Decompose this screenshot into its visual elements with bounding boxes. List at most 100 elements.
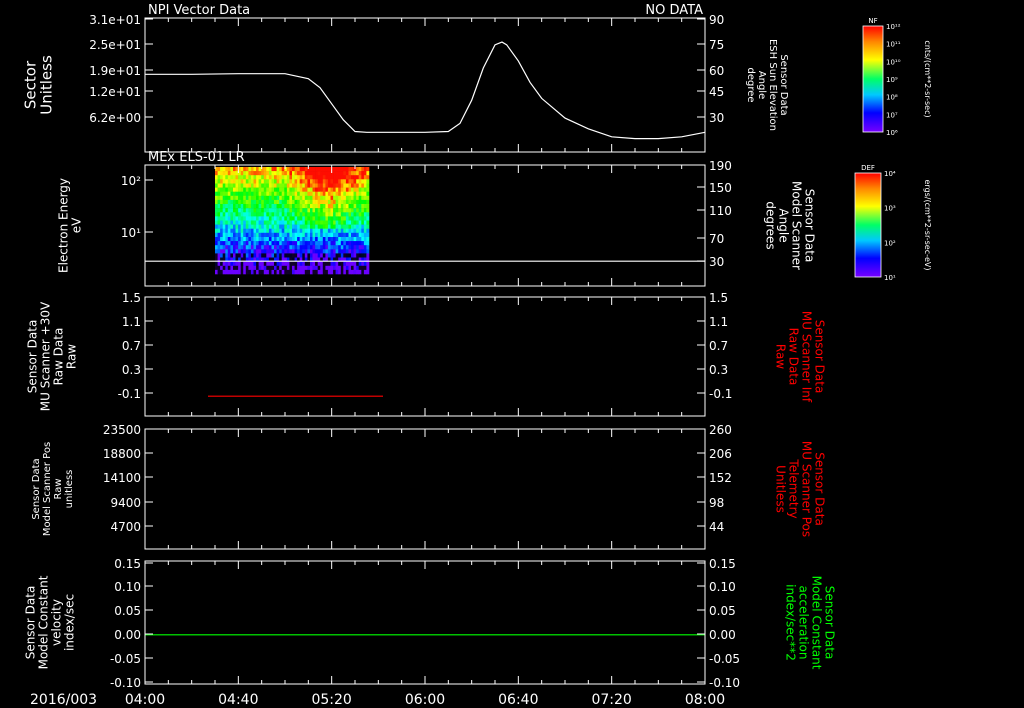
spectrogram-cell <box>271 179 275 184</box>
spectrogram-cell <box>233 220 236 225</box>
spectrogram-cell <box>338 245 342 250</box>
spectrogram-cell <box>263 269 267 275</box>
spectrogram-cell <box>240 228 244 234</box>
spectrogram-cell <box>294 241 298 246</box>
spectrogram-cell <box>281 245 285 250</box>
spectrogram-cell <box>340 171 344 176</box>
spectrogram-cell <box>258 269 262 275</box>
spectrogram-cell <box>281 175 285 180</box>
spectrogram-cell <box>327 199 331 205</box>
spectrogram-cell <box>217 245 221 250</box>
spectrogram-cell <box>340 187 344 192</box>
spectrogram-cell <box>345 237 349 242</box>
spectrogram-cell <box>279 171 283 176</box>
spectrogram-cell <box>261 208 265 213</box>
spectrogram-cell <box>292 241 295 246</box>
spectrogram-cell <box>325 249 329 254</box>
spectrogram-cell <box>235 245 239 250</box>
spectrogram-cell <box>279 261 283 267</box>
spectrogram-cell <box>230 249 234 254</box>
spectrogram-cell <box>271 245 275 250</box>
spectrogram-cell <box>217 187 221 192</box>
spectrogram-cell <box>279 195 283 201</box>
spectrogram-cell <box>358 212 362 217</box>
spectrogram-cell <box>340 265 344 271</box>
spectrogram-cell <box>345 167 349 172</box>
spectrogram-cell <box>222 212 226 217</box>
spectrogram-cell <box>235 179 239 184</box>
spectrogram-cell <box>356 261 360 267</box>
spectrogram-cell <box>245 195 249 201</box>
spectrogram-cell <box>327 204 331 209</box>
spectrogram-cell <box>315 216 318 221</box>
spectrogram-cell <box>317 245 321 250</box>
spectrogram-cell <box>307 261 311 267</box>
spectrogram-cell <box>294 171 298 176</box>
spectrogram-cell <box>233 187 236 192</box>
spectrogram-cell <box>281 187 285 192</box>
spectrogram-cell <box>333 253 336 258</box>
spectrogram-cell <box>250 220 254 225</box>
spectrogram-cell <box>363 232 367 238</box>
spectrogram-cell <box>263 253 267 258</box>
spectrogram-cell <box>361 253 365 258</box>
spectrogram-cell <box>363 269 367 275</box>
spectrogram-cell <box>248 249 252 254</box>
spectrogram-cell <box>320 253 324 258</box>
spectrogram-cell <box>366 208 370 213</box>
spectrogram-cell <box>215 171 218 176</box>
spectrogram-cell <box>345 228 349 234</box>
spectrogram-cell <box>348 265 352 271</box>
spectrogram-cell <box>356 232 360 238</box>
spectrogram-cell <box>238 204 241 209</box>
spectrogram-cell <box>366 269 370 275</box>
spectrogram-cell <box>261 199 265 205</box>
spectrogram-cell <box>302 245 306 250</box>
spectrogram-cell <box>230 220 234 225</box>
spectrogram-cell <box>312 179 316 184</box>
spectrogram-cell <box>256 187 259 192</box>
spectrogram-cell <box>276 232 280 238</box>
spectrogram-cell <box>351 237 354 242</box>
spectrogram-cell <box>217 175 221 180</box>
spectrogram-cell <box>279 269 283 275</box>
spectrogram-cell <box>320 249 324 254</box>
spectrogram-cell <box>233 175 236 180</box>
spectrogram-cell <box>297 261 300 267</box>
spectrogram-cell <box>353 171 357 176</box>
spectrogram-cell <box>248 224 252 229</box>
spectrogram-cell <box>263 212 267 217</box>
spectrogram-cell <box>279 249 283 254</box>
spectrogram-cell <box>230 216 234 221</box>
spectrogram-cell <box>348 224 352 229</box>
spectrogram-cell <box>263 241 267 246</box>
spectrogram-cell <box>333 183 336 188</box>
spectrogram-cell <box>261 265 265 271</box>
right-axis-tick-label: 45 <box>709 85 724 99</box>
spectrogram-cell <box>358 232 362 238</box>
left-axis-label-line: Model Constant <box>37 575 51 669</box>
spectrogram-cell <box>304 195 308 201</box>
spectrogram-cell <box>351 241 354 246</box>
spectrogram-cell <box>327 249 331 254</box>
spectrogram-cell <box>317 191 321 197</box>
spectrogram-cell <box>279 232 283 238</box>
spectrogram-cell <box>215 208 218 213</box>
spectrogram-cell <box>233 212 236 217</box>
spectrogram-cell <box>327 224 331 229</box>
spectrogram-cell <box>315 241 318 246</box>
spectrogram-cell <box>284 216 288 221</box>
spectrogram-cell <box>240 249 244 254</box>
spectrogram-cell <box>302 249 306 254</box>
spectrogram-cell <box>351 224 354 229</box>
spectrogram-cell <box>330 179 334 184</box>
spectrogram-cell <box>335 261 339 267</box>
spectrogram-cell <box>284 220 288 225</box>
spectrogram-cell <box>343 171 347 176</box>
spectrogram-cell <box>361 171 365 176</box>
spectrogram-cell <box>274 204 277 209</box>
spectrogram-cell <box>330 216 334 221</box>
spectrogram-cell <box>315 195 318 201</box>
spectrogram-cell <box>299 204 303 209</box>
spectrogram-cell <box>356 220 360 225</box>
